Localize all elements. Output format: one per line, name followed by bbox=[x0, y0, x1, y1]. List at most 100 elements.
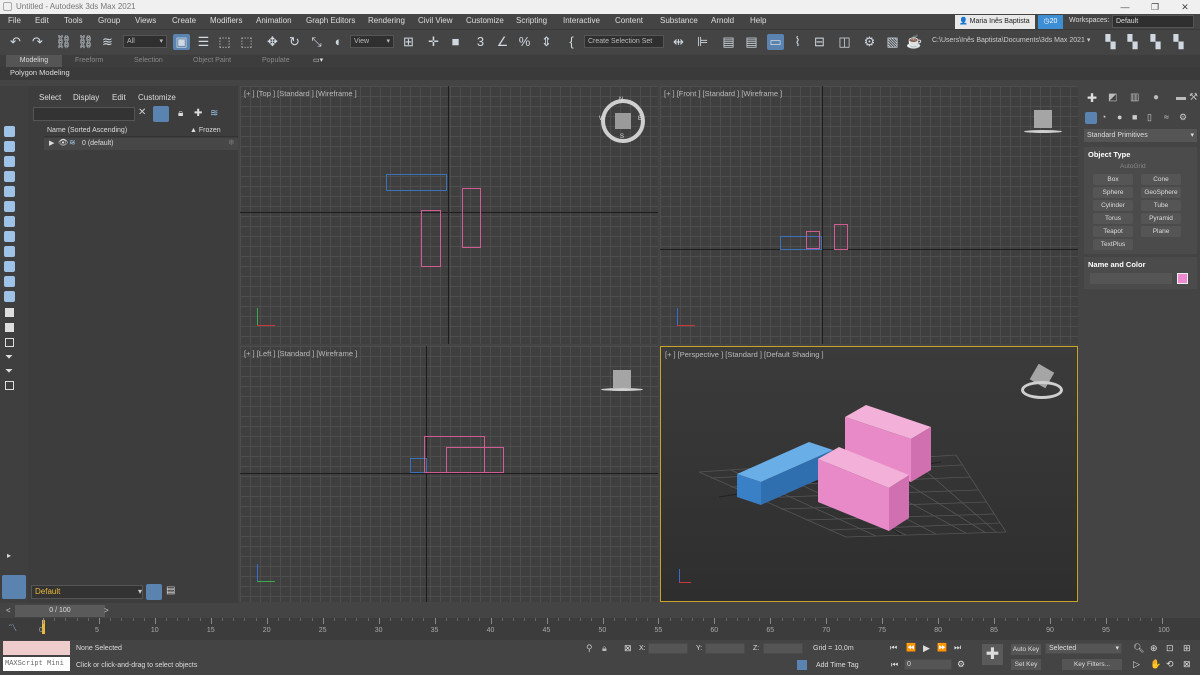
time-config-icon[interactable]: ⚙ bbox=[957, 659, 965, 670]
explorer-menu-customize[interactable]: Customize bbox=[138, 93, 176, 102]
cylinder-button[interactable]: Cylinder bbox=[1093, 200, 1133, 211]
rect-selection-icon[interactable]: ⬚ bbox=[216, 34, 233, 50]
render-icon[interactable]: ☕ bbox=[906, 34, 923, 50]
ribbon-options-icon[interactable]: ▭▾ bbox=[313, 55, 323, 67]
object-color-swatch[interactable] bbox=[1177, 273, 1188, 284]
display-geometry-icon[interactable] bbox=[4, 141, 15, 152]
layer-explorer-icon[interactable]: ▤ bbox=[743, 34, 760, 50]
cone-button[interactable]: Cone bbox=[1141, 174, 1181, 185]
object-name-input[interactable] bbox=[1090, 273, 1172, 284]
display-none-icon[interactable] bbox=[4, 126, 15, 137]
box-pink-wireframe[interactable] bbox=[421, 210, 441, 267]
display-xrefs-icon[interactable] bbox=[4, 246, 15, 257]
go-to-start-icon[interactable]: ⏮ bbox=[890, 643, 897, 653]
clear-search-icon[interactable]: ✕ bbox=[138, 107, 146, 118]
display-groups-icon[interactable] bbox=[4, 231, 15, 242]
project-path[interactable]: C:\Users\Inês Baptista\Documents\3ds Max… bbox=[932, 36, 1097, 48]
expand-arrow-icon[interactable]: ▸ bbox=[7, 551, 11, 560]
selection-filter-dropdown[interactable]: All ▾ bbox=[123, 35, 167, 48]
sync-selection-icon[interactable] bbox=[5, 381, 14, 390]
scale-icon[interactable]: ⤡ bbox=[308, 34, 325, 50]
textplus-button[interactable]: TextPlus bbox=[1093, 239, 1133, 250]
lock-icon[interactable]: 🔒︎ bbox=[178, 108, 183, 119]
column-name[interactable]: Name (Sorted Ascending) bbox=[47, 127, 127, 134]
go-to-end-icon[interactable]: ⏭ bbox=[954, 643, 961, 653]
explorer-options-icon[interactable]: ▤ bbox=[166, 585, 175, 596]
time-tag-icon[interactable] bbox=[797, 660, 807, 670]
named-selection-icon[interactable]: { bbox=[563, 34, 580, 50]
schematic-view-icon[interactable]: ⊟ bbox=[811, 34, 828, 50]
menu-customize[interactable]: Customize bbox=[466, 16, 504, 25]
tab-freeform[interactable]: Freeform bbox=[75, 55, 103, 67]
select-manipulate-icon[interactable]: ✛ bbox=[425, 34, 442, 50]
shapes-category-icon[interactable]: ◔ bbox=[1101, 112, 1106, 122]
geosphere-button[interactable]: GeoSphere bbox=[1141, 187, 1181, 198]
time-slider-thumb[interactable]: 0 / 100 bbox=[15, 605, 105, 617]
freeze-icon[interactable]: ❄ bbox=[228, 138, 235, 147]
geometry-category-icon[interactable] bbox=[1085, 112, 1097, 124]
previous-frame-icon[interactable]: ⏪ bbox=[906, 643, 916, 652]
maxscript-listener-input[interactable] bbox=[3, 641, 70, 655]
named-selection-set-dropdown[interactable]: Create Selection Set bbox=[584, 35, 664, 48]
cameras-category-icon[interactable]: ■ bbox=[1132, 112, 1137, 122]
menu-content[interactable]: Content bbox=[615, 16, 643, 25]
box-pink-wireframe[interactable] bbox=[462, 188, 481, 248]
curve-editor-icon[interactable]: ⌇ bbox=[789, 34, 806, 50]
track-bar[interactable]: 〽 0 5 10 15 20 25 30 35 40 45 50 55 60 65 70 75 80 85 90 95… bbox=[0, 618, 1200, 640]
z-coordinate-field[interactable] bbox=[763, 643, 803, 654]
invert-display-icon[interactable] bbox=[5, 338, 14, 347]
sphere-button[interactable]: Sphere bbox=[1093, 187, 1133, 198]
menu-group[interactable]: Group bbox=[98, 16, 120, 25]
motion-tab-icon[interactable]: ● bbox=[1153, 92, 1159, 103]
menu-graph-editors[interactable]: Graph Editors bbox=[306, 16, 355, 25]
create-layer-icon[interactable]: ✚ bbox=[194, 108, 202, 119]
display-shapes-icon[interactable] bbox=[4, 156, 15, 167]
menu-create[interactable]: Create bbox=[172, 16, 196, 25]
utilities-tab-icon[interactable]: ⚒ bbox=[1189, 92, 1198, 103]
select-object-icon[interactable]: ▣ bbox=[173, 34, 190, 50]
box-blue-wireframe[interactable] bbox=[386, 174, 447, 191]
close-button[interactable]: ✕ bbox=[1170, 0, 1200, 14]
asset-icon[interactable]: ▚ bbox=[1147, 34, 1164, 50]
workspace-dropdown[interactable]: Default bbox=[1112, 15, 1194, 28]
viewcube-ring[interactable] bbox=[1021, 381, 1063, 399]
viewport-label-top[interactable]: [+ ] [Top ] [Standard ] [Wireframe ] bbox=[244, 89, 357, 98]
display-spacewarps-icon[interactable] bbox=[4, 216, 15, 227]
explorer-search-input[interactable] bbox=[33, 107, 135, 121]
menu-rendering[interactable]: Rendering bbox=[368, 16, 405, 25]
tab-modeling[interactable]: Modeling bbox=[6, 55, 62, 67]
current-frame-field[interactable]: 0 bbox=[904, 659, 952, 670]
viewport-top[interactable]: [+ ] [Top ] [Standard ] [Wireframe ] N S… bbox=[240, 86, 658, 344]
menu-arnold[interactable]: Arnold bbox=[711, 16, 734, 25]
menu-tools[interactable]: Tools bbox=[64, 16, 83, 25]
filter-icon[interactable]: ⏷ bbox=[5, 352, 13, 363]
placement-icon[interactable]: ◐ bbox=[330, 34, 347, 50]
menu-interactive[interactable]: Interactive bbox=[563, 16, 600, 25]
spinner-snap-icon[interactable]: ⇕ bbox=[538, 34, 555, 50]
viewport-left[interactable]: [+ ] [Left ] [Standard ] [Wireframe ] bbox=[240, 346, 658, 602]
layer-row[interactable]: ▶ 👁︎ ≋ 0 (default) ❄ bbox=[44, 138, 238, 150]
y-coordinate-field[interactable] bbox=[705, 643, 745, 654]
layer-dropdown[interactable]: Default ▾ bbox=[31, 585, 143, 599]
pan-icon[interactable]: ✋ bbox=[1150, 659, 1161, 670]
display-bones-icon[interactable] bbox=[4, 261, 15, 272]
unlink-icon[interactable]: ⛓ bbox=[77, 34, 94, 50]
curve-editor-mini-icon[interactable]: 〽 bbox=[8, 621, 17, 634]
viewcube[interactable] bbox=[613, 370, 631, 388]
filter-toggle-icon[interactable] bbox=[153, 106, 169, 122]
select-by-name-icon[interactable]: ☰ bbox=[195, 34, 212, 50]
zoom-all-icon[interactable]: ⊕ bbox=[1150, 643, 1158, 654]
tab-selection[interactable]: Selection bbox=[134, 55, 163, 67]
align-icon[interactable]: ⊫ bbox=[694, 34, 711, 50]
object-type-header[interactable]: Object Type bbox=[1088, 150, 1130, 159]
absolute-mode-icon[interactable]: ⊠ bbox=[624, 643, 632, 654]
menu-modifiers[interactable]: Modifiers bbox=[210, 16, 242, 25]
explorer-menu-select[interactable]: Select bbox=[39, 93, 61, 102]
display-containers-icon[interactable] bbox=[4, 276, 15, 287]
snap-toggle-icon[interactable]: 3 bbox=[472, 34, 489, 50]
polygon-modeling-panel[interactable]: Polygon Modeling bbox=[10, 68, 70, 77]
helpers-category-icon[interactable]: ▯ bbox=[1147, 112, 1152, 123]
display-frozen-icon[interactable] bbox=[4, 291, 15, 302]
primitives-dropdown[interactable]: Standard Primitives ▾ bbox=[1084, 129, 1197, 142]
asset-tracking-icon[interactable]: ▚ bbox=[1170, 34, 1187, 50]
